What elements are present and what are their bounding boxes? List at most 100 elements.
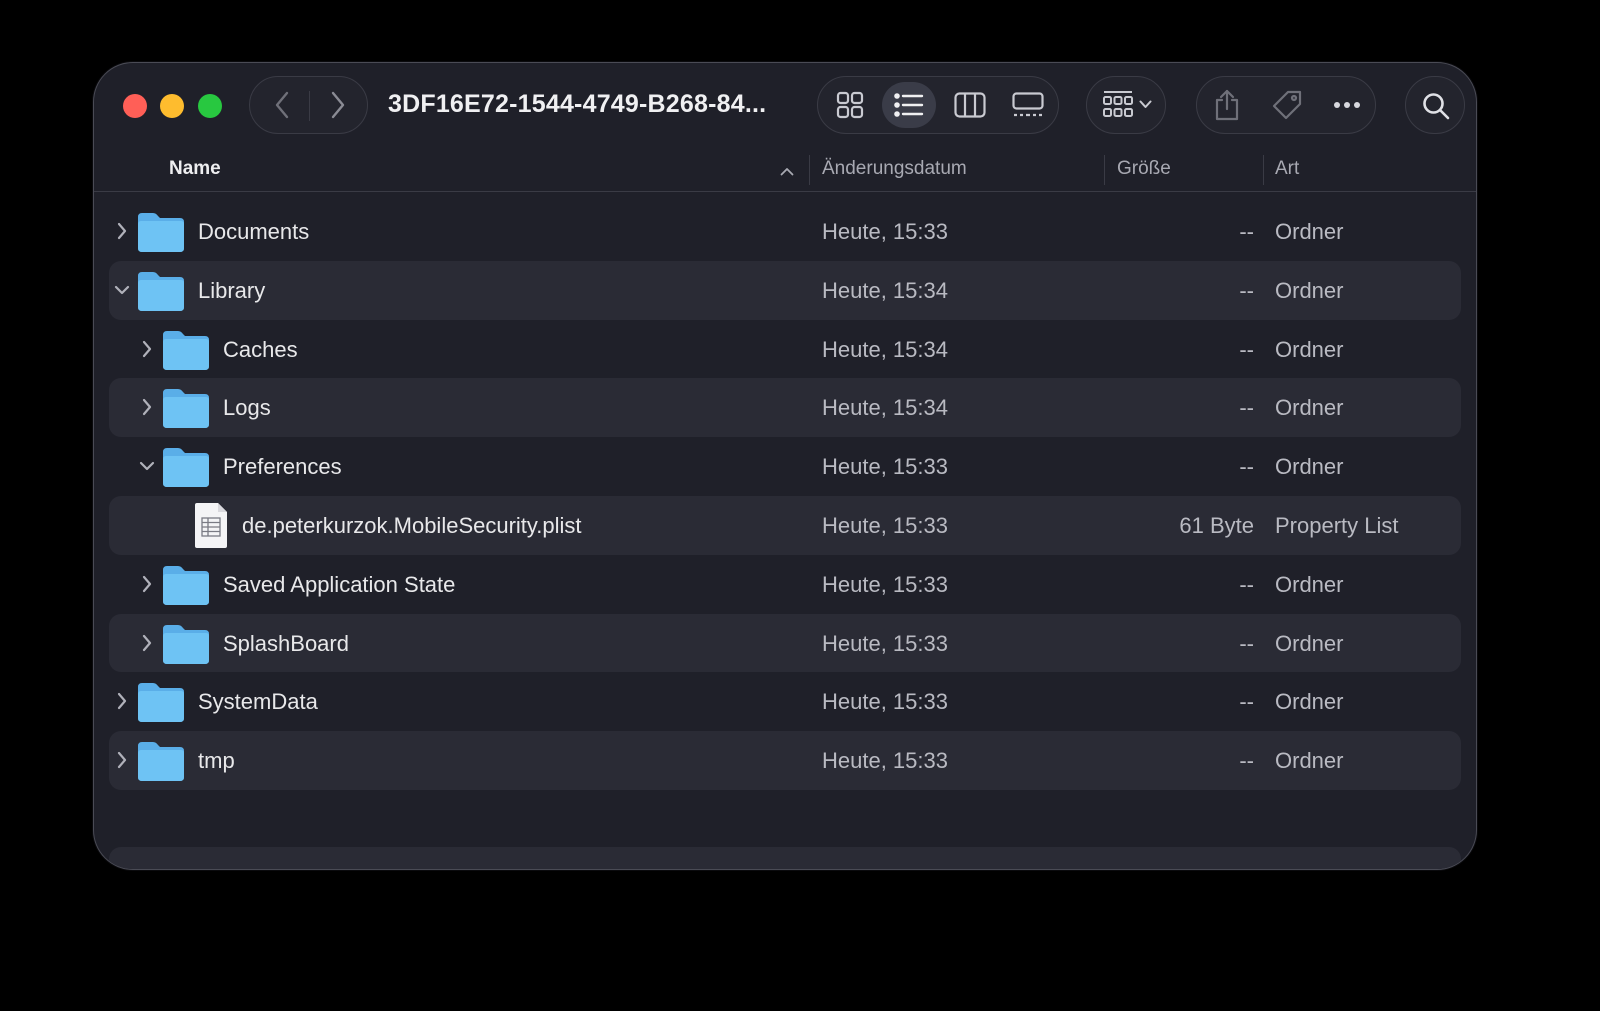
name-column-header[interactable]: Name (169, 158, 221, 180)
tag-icon (1272, 90, 1302, 120)
file-list: Documents Heute, 15:33 -- Ordner Library Heut… (109, 202, 1461, 790)
item-kind: Ordner (1275, 336, 1344, 362)
grid-icon (836, 91, 864, 119)
item-name: Documents (198, 219, 310, 244)
item-size: -- (1239, 219, 1254, 244)
folder-row[interactable]: Caches Heute, 15:34 -- Ordner (109, 320, 1461, 379)
item-date: Heute, 15:33 (822, 219, 948, 244)
item-name: tmp (198, 748, 235, 774)
minimize-button[interactable] (160, 94, 184, 118)
list-view-button[interactable] (887, 85, 931, 125)
item-kind: Ordner (1275, 277, 1344, 303)
folder-row[interactable]: Preferences Heute, 15:33 -- Ordner (109, 437, 1461, 496)
folder-icon (161, 623, 211, 665)
folder-icon (136, 211, 186, 253)
item-date: Heute, 15:33 (822, 454, 948, 480)
folder-icon (136, 681, 186, 723)
item-kind: Property List (1275, 512, 1399, 538)
share-icon (1215, 89, 1239, 121)
close-button[interactable] (123, 94, 147, 118)
gallery-icon (1012, 92, 1044, 117)
disclosure-expanded[interactable] (113, 278, 131, 302)
item-name: Caches (223, 336, 298, 362)
group-grid (1101, 89, 1135, 121)
tag-button[interactable] (1267, 85, 1307, 125)
folder-row[interactable]: Library Heute, 15:34 -- Ordner (109, 260, 1461, 320)
item-name: Library (198, 277, 266, 303)
chevron-right-icon (142, 340, 152, 357)
chevron-down-icon (114, 285, 130, 294)
nav-divider (309, 91, 310, 121)
back-button[interactable] (264, 87, 300, 123)
disclosure-collapsed[interactable] (138, 572, 156, 596)
disclosure-collapsed[interactable] (138, 395, 156, 419)
header-divider (809, 155, 810, 185)
group-dropdown (1138, 97, 1152, 111)
disclosure-collapsed[interactable] (138, 337, 156, 361)
item-date: Heute, 15:33 (822, 512, 948, 538)
item-kind: Ordner (1275, 748, 1344, 774)
date-column-header[interactable]: Änderungsdatum (822, 158, 967, 180)
folder-row[interactable]: Documents Heute, 15:33 -- Ordner (109, 202, 1461, 261)
folder-row[interactable]: Saved Application State Heute, 15:33 -- Ord… (109, 555, 1461, 614)
window-title: 3DF16E72-1544-4749-B268-84... (388, 90, 767, 118)
toolbar: 3DF16E72-1544-4749-B268-84... (94, 63, 1476, 147)
folder-icon (161, 329, 211, 371)
size-column-header[interactable]: Größe (1117, 158, 1171, 180)
item-size: -- (1239, 748, 1254, 774)
forward-button[interactable] (320, 87, 356, 123)
disclosure-collapsed[interactable] (113, 219, 131, 243)
actions-group (1196, 76, 1376, 134)
search-button[interactable] (1405, 76, 1465, 134)
item-name: SplashBoard (223, 630, 349, 656)
list-icon (894, 93, 924, 117)
item-date: Heute, 15:34 (822, 395, 948, 421)
item-date: Heute, 15:34 (822, 336, 948, 362)
columns-icon (954, 92, 986, 118)
maximize-button[interactable] (198, 94, 222, 118)
column-header: Name Änderungsdatum Größe Art (94, 147, 1476, 192)
group-by-button[interactable] (1086, 76, 1166, 134)
disclosure-collapsed[interactable] (113, 689, 131, 713)
navigation-group (249, 76, 368, 134)
disclosure-collapsed[interactable] (113, 748, 131, 772)
header-divider (1263, 155, 1264, 185)
search-icon-wrap (1420, 90, 1452, 122)
item-size: -- (1239, 277, 1254, 303)
folder-icon (161, 564, 211, 606)
item-date: Heute, 15:33 (822, 571, 948, 597)
item-date: Heute, 15:34 (822, 277, 948, 303)
item-size: -- (1239, 454, 1254, 480)
folder-icon (136, 270, 186, 312)
share-button[interactable] (1207, 85, 1247, 125)
item-date: Heute, 15:33 (822, 748, 948, 774)
chevron-right-icon (117, 222, 127, 240)
item-size: -- (1239, 630, 1254, 656)
document-icon (192, 502, 230, 549)
more-icon (1334, 102, 1360, 108)
folder-row[interactable]: Logs Heute, 15:34 -- Ordner (109, 378, 1461, 438)
search-icon (1423, 93, 1450, 120)
gallery-view-button[interactable] (1006, 85, 1050, 125)
item-size: 61 Byte (1179, 512, 1254, 538)
file-row[interactable]: de.peterkurzok.MobileSecurity.plist Heute… (109, 495, 1461, 555)
chevron-right-icon (117, 693, 127, 710)
item-kind: Ordner (1275, 571, 1344, 597)
folder-row[interactable]: SystemData Heute, 15:33 -- Ordner (109, 672, 1461, 731)
disclosure-expanded[interactable] (138, 454, 156, 478)
chevron-up-icon (780, 167, 794, 175)
folder-row[interactable]: SplashBoard Heute, 15:33 -- Ordner (109, 613, 1461, 673)
icon-view-button[interactable] (828, 85, 872, 125)
more-button[interactable] (1327, 85, 1367, 125)
item-kind: Ordner (1275, 689, 1344, 715)
item-date: Heute, 15:33 (822, 630, 948, 656)
item-name: Preferences (223, 454, 342, 480)
item-kind: Ordner (1275, 219, 1344, 244)
chevron-left-icon (275, 91, 289, 119)
disclosure-collapsed[interactable] (138, 631, 156, 655)
finder-window: 3DF16E72-1544-4749-B268-84... Name Änder… (93, 62, 1477, 870)
folder-row[interactable]: tmp Heute, 15:33 -- Ordner (109, 731, 1461, 790)
column-view-button[interactable] (948, 85, 992, 125)
kind-column-header[interactable]: Art (1275, 158, 1299, 180)
chevron-down-icon (1139, 100, 1151, 108)
